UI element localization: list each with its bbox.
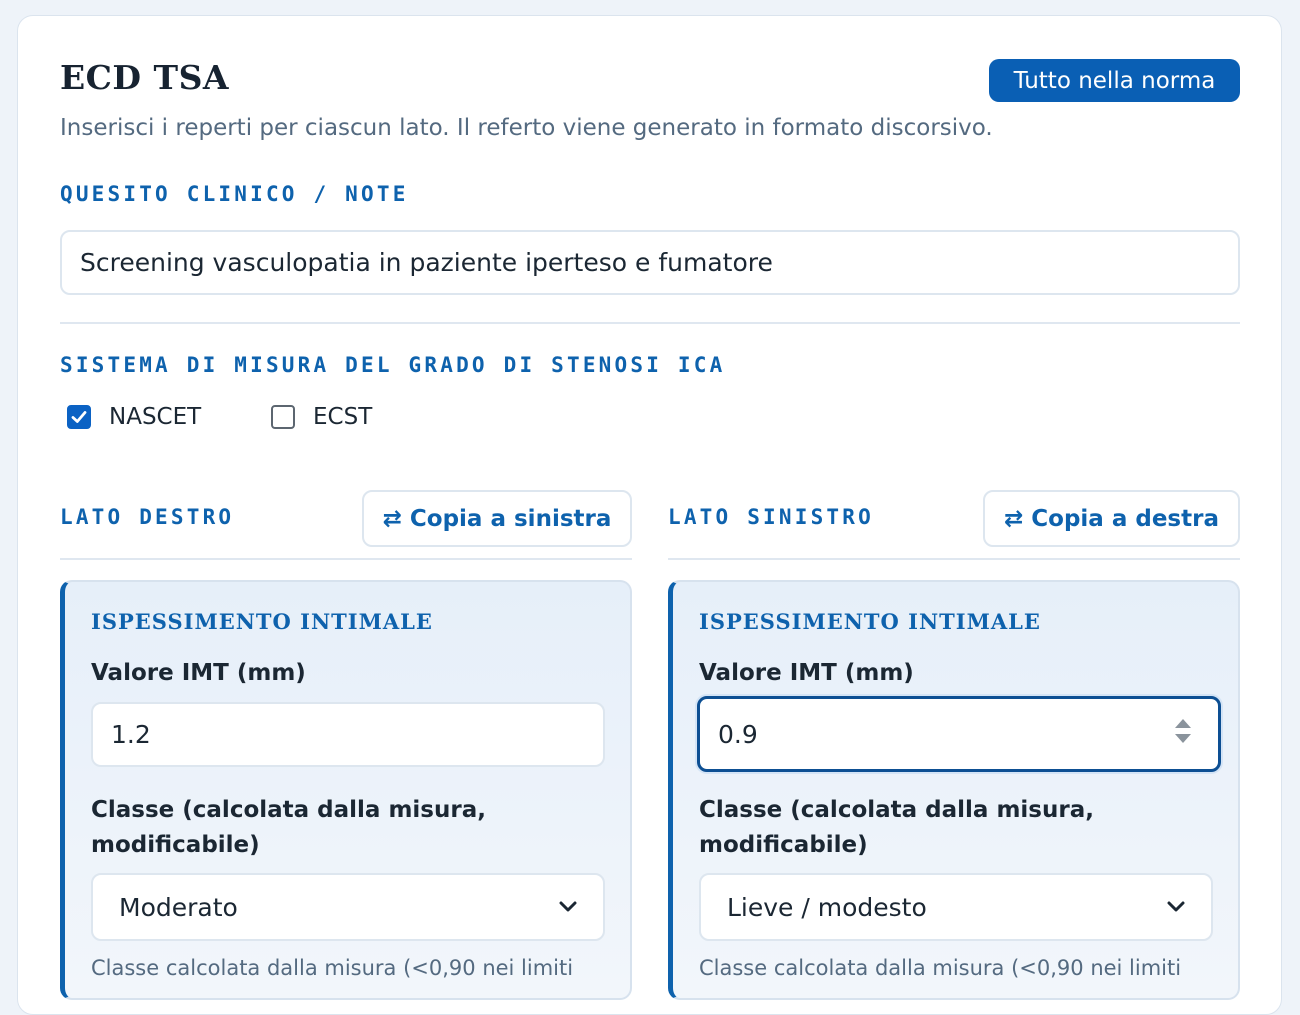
lato-sinistro-heading: LATO SINISTRO [668,505,874,529]
ecst-checkbox[interactable] [271,405,295,429]
right-imt-label: Valore IMT (mm) [699,660,914,686]
right-side-divider [668,558,1240,560]
left-panel-title: ISPESSIMENTO INTIMALE [91,609,433,634]
copy-to-right-button[interactable]: ⇄ Copia a destra [983,490,1240,547]
chevron-down-icon [559,901,577,912]
left-class-label: Classe (calcolata dalla misura, modifica… [91,797,486,858]
nascet-label: NASCET [109,404,202,430]
left-class-hint: Classe calcolata dalla misura (<0,90 nei… [91,956,574,980]
copy-to-left-button[interactable]: ⇄ Copia a sinistra [362,490,632,547]
left-class-value: Moderato [119,892,238,922]
right-panel-title: ISPESSIMENTO INTIMALE [699,609,1041,634]
page-subtitle: Inserisci i reperti per ciascun lato. Il… [60,115,993,141]
swap-icon: ⇄ [382,505,402,532]
nascet-checkbox[interactable] [67,405,91,429]
sistema-label: SISTEMA DI MISURA DEL GRADO DI STENOSI I… [60,353,726,377]
quesito-value: Screening vasculopatia in paziente ipert… [80,248,773,277]
right-imt-panel: ISPESSIMENTO INTIMALE Valore IMT (mm) 0.… [668,580,1240,1000]
right-class-label: Classe (calcolata dalla misura, modifica… [699,797,1094,858]
right-imt-value: 0.9 [718,719,758,749]
left-imt-panel: ISPESSIMENTO INTIMALE Valore IMT (mm) 1.… [60,580,632,1000]
copy-to-right-label: Copia a destra [1031,505,1219,532]
right-class-value: Lieve / modesto [727,892,927,922]
swap-icon: ⇄ [1004,505,1024,532]
copy-to-left-label: Copia a sinistra [409,505,612,532]
right-class-select[interactable]: Lieve / modesto [699,873,1213,941]
ecst-option[interactable]: ECST [271,404,372,430]
spinner-down-icon[interactable] [1174,733,1192,744]
left-class-select[interactable]: Moderato [91,873,605,941]
left-imt-value: 1.2 [111,720,151,749]
ecst-label: ECST [313,404,373,430]
all-normal-button[interactable]: Tutto nella norma [989,59,1240,102]
left-side-divider [60,558,632,560]
quesito-label: QUESITO CLINICO / NOTE [60,182,409,206]
spinner-up-icon[interactable] [1174,718,1192,729]
chevron-down-icon [1167,901,1185,912]
check-icon [71,411,87,423]
left-imt-label: Valore IMT (mm) [91,660,306,686]
section-divider [60,322,1240,324]
right-class-hint: Classe calcolata dalla misura (<0,90 nei… [699,956,1182,980]
lato-destro-heading: LATO DESTRO [60,505,235,529]
quesito-input[interactable]: Screening vasculopatia in paziente ipert… [60,230,1240,295]
page-title: ECD TSA [60,58,230,97]
left-imt-input[interactable]: 1.2 [91,702,605,767]
nascet-option[interactable]: NASCET [67,404,201,430]
number-spinner[interactable] [1174,718,1192,744]
right-imt-input[interactable]: 0.9 [697,696,1221,772]
